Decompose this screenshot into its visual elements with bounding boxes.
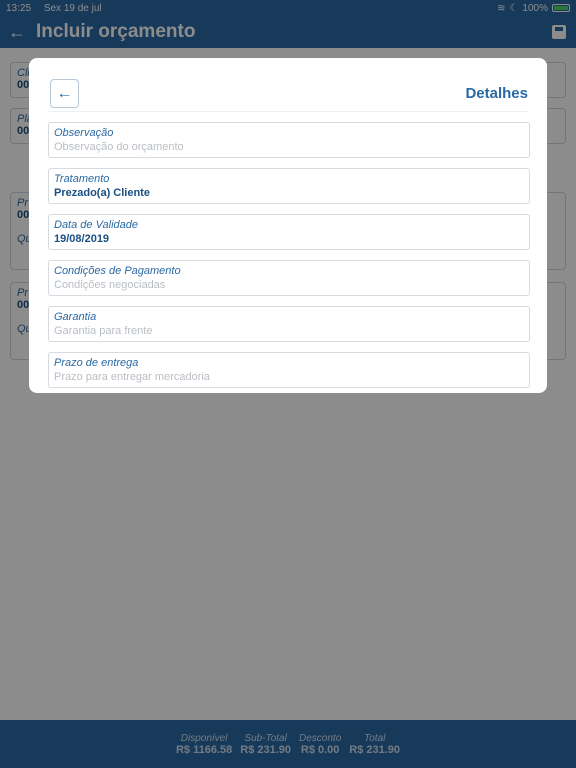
field-label: Condições de Pagamento (54, 265, 181, 277)
field-value: Prezado(a) Cliente (54, 187, 150, 199)
condicoes-pagamento-field[interactable]: Condições de Pagamento Condições negocia… (48, 260, 530, 296)
modal-title: Detalhes (465, 85, 528, 102)
field-label: Prazo de entrega (54, 357, 139, 369)
field-placeholder: Observação do orçamento (54, 141, 184, 153)
field-label: Observação (54, 127, 114, 139)
field-label: Data de Validade (54, 219, 138, 231)
field-value: 19/08/2019 (54, 233, 110, 245)
garantia-field[interactable]: Garantia Garantia para frente (48, 306, 530, 342)
back-arrow-icon: ← (56, 84, 73, 102)
field-placeholder: Prazo para entregar mercadoria (54, 371, 210, 383)
field-label: Tratamento (54, 173, 110, 185)
field-placeholder: Garantia para frente (54, 325, 153, 337)
modal-back-button[interactable]: ← (50, 79, 79, 108)
prazo-entrega-field[interactable]: Prazo de entrega Prazo para entregar mer… (48, 352, 530, 388)
field-placeholder: Condições negociadas (54, 279, 166, 291)
tratamento-field[interactable]: Tratamento Prezado(a) Cliente (48, 168, 530, 204)
data-validade-field[interactable]: Data de Validade 19/08/2019 (48, 214, 530, 250)
observacao-field[interactable]: Observação Observação do orçamento (48, 122, 530, 158)
modal-header: ← Detalhes (48, 76, 528, 112)
field-label: Garantia (54, 311, 97, 323)
details-modal: ← Detalhes Observação Observação do orça… (29, 58, 547, 393)
